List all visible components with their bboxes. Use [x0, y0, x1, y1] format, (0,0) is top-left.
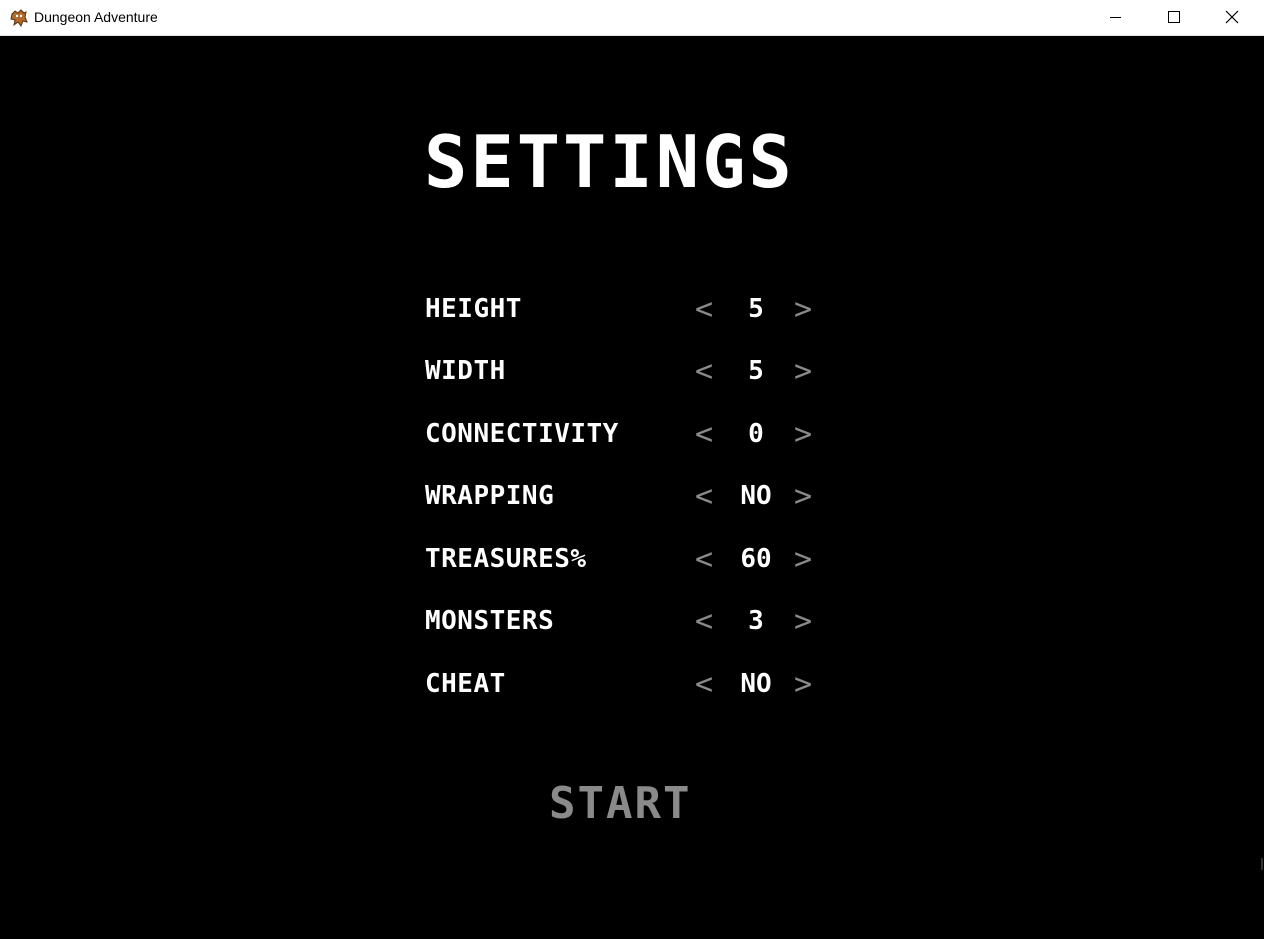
- increment-arrow[interactable]: >: [794, 354, 812, 389]
- setting-row-width: WIDTH < 5 >: [425, 350, 825, 390]
- resize-edge: [1261, 858, 1263, 870]
- setting-row-wrapping: WRAPPING < NO >: [425, 475, 825, 515]
- game-canvas: SETTINGS HEIGHT < 5 > WIDTH < 5 > CONNEC…: [0, 36, 1264, 939]
- setting-label: HEIGHT: [425, 294, 522, 324]
- settings-heading: SETTINGS: [424, 120, 795, 204]
- setting-row-cheat: CHEAT < NO >: [425, 663, 825, 703]
- setting-row-height: HEIGHT < 5 >: [425, 288, 825, 328]
- app-icon: [9, 8, 29, 28]
- increment-arrow[interactable]: >: [794, 479, 812, 514]
- setting-value: 0: [748, 419, 764, 449]
- start-button[interactable]: START: [549, 778, 691, 829]
- maximize-icon: [1168, 11, 1180, 23]
- decrement-arrow[interactable]: <: [695, 292, 713, 327]
- decrement-arrow[interactable]: <: [695, 354, 713, 389]
- setting-label: CHEAT: [425, 669, 506, 699]
- minimize-button[interactable]: [1087, 0, 1145, 36]
- setting-label: WRAPPING: [425, 481, 555, 511]
- window-title: Dungeon Adventure: [34, 9, 158, 25]
- decrement-arrow[interactable]: <: [695, 542, 713, 577]
- setting-value: 5: [748, 294, 764, 324]
- decrement-arrow[interactable]: <: [695, 479, 713, 514]
- setting-value: 3: [748, 606, 764, 636]
- decrement-arrow[interactable]: <: [695, 667, 713, 702]
- close-icon: [1225, 10, 1239, 24]
- setting-value: NO: [740, 481, 772, 511]
- decrement-arrow[interactable]: <: [695, 604, 713, 639]
- window-titlebar: Dungeon Adventure: [0, 0, 1264, 36]
- increment-arrow[interactable]: >: [794, 417, 812, 452]
- setting-label: TREASURES%: [425, 544, 587, 574]
- setting-label: MONSTERS: [425, 606, 555, 636]
- setting-value: NO: [740, 669, 772, 699]
- setting-label: WIDTH: [425, 356, 506, 386]
- increment-arrow[interactable]: >: [794, 292, 812, 327]
- increment-arrow[interactable]: >: [794, 542, 812, 577]
- setting-label: CONNECTIVITY: [425, 419, 619, 449]
- maximize-button[interactable]: [1145, 0, 1203, 36]
- increment-arrow[interactable]: >: [794, 667, 812, 702]
- close-button[interactable]: [1203, 0, 1261, 36]
- setting-row-treasures: TREASURES% < 60 >: [425, 538, 825, 578]
- minimize-icon: [1110, 17, 1121, 18]
- increment-arrow[interactable]: >: [794, 604, 812, 639]
- decrement-arrow[interactable]: <: [695, 417, 713, 452]
- setting-row-monsters: MONSTERS < 3 >: [425, 600, 825, 640]
- setting-value: 5: [748, 356, 764, 386]
- setting-row-connectivity: CONNECTIVITY < 0 >: [425, 413, 825, 453]
- setting-value: 60: [740, 544, 772, 574]
